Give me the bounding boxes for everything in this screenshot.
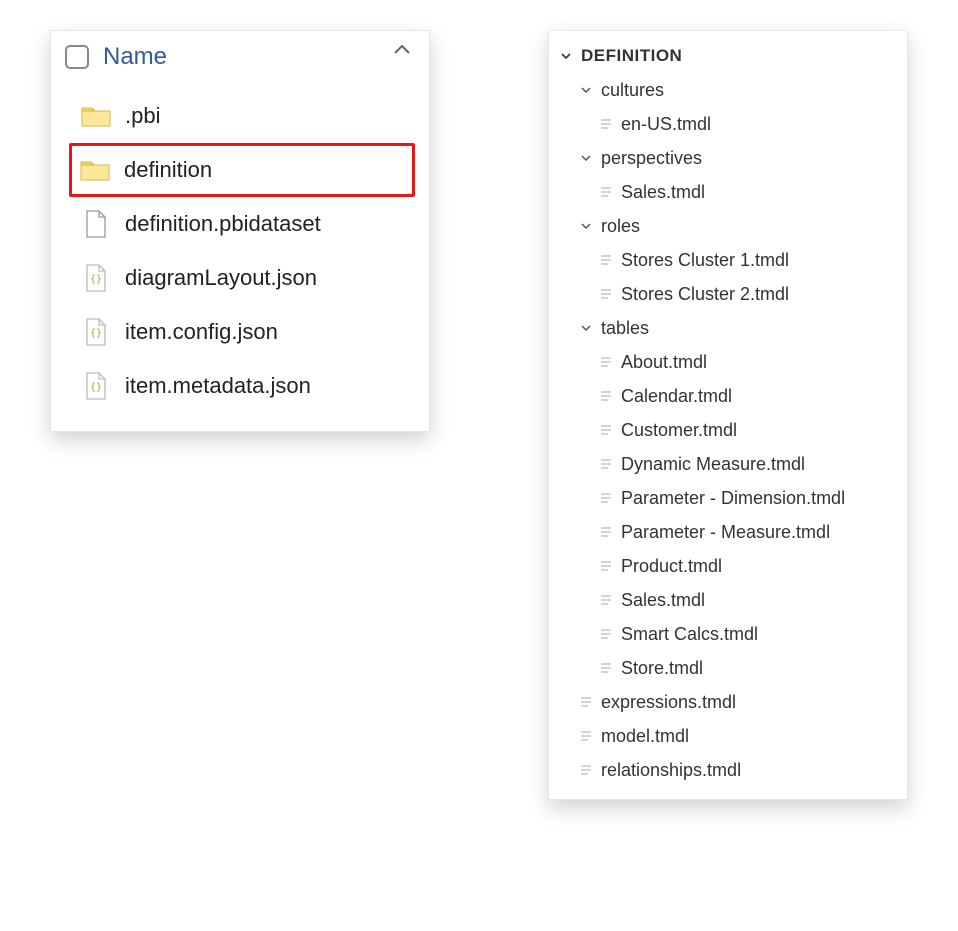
tree-file[interactable]: Stores Cluster 1.tmdl [557,243,899,277]
svg-text:{}: {} [90,274,102,285]
file-label: .pbi [125,103,160,129]
tree-file-label: model.tmdl [601,726,689,747]
file-lines-icon [597,627,615,641]
file-list-header: Name [51,37,429,81]
file-lines-icon [597,559,615,573]
file-row-definition-pbidataset[interactable]: definition.pbidataset [75,197,415,251]
tree-file-label: Stores Cluster 2.tmdl [621,284,789,305]
tree-file[interactable]: en-US.tmdl [557,107,899,141]
json-file-icon: {} [79,264,113,292]
file-lines-icon [597,423,615,437]
tree-file[interactable]: Parameter - Dimension.tmdl [557,481,899,515]
file-row-item-config-json[interactable]: {} item.config.json [75,305,415,359]
file-label: item.config.json [125,319,278,345]
chevron-down-icon [577,220,595,232]
tree-file[interactable]: Stores Cluster 2.tmdl [557,277,899,311]
tree-file[interactable]: expressions.tmdl [557,685,899,719]
file-lines-icon [577,763,595,777]
file-lines-icon [597,253,615,267]
json-file-icon: {} [79,372,113,400]
folder-icon [78,158,112,182]
column-header-name[interactable]: Name [103,43,167,71]
tree-file-label: About.tmdl [621,352,707,373]
tree-file[interactable]: Parameter - Measure.tmdl [557,515,899,549]
tree-file[interactable]: Product.tmdl [557,549,899,583]
tree-file[interactable]: About.tmdl [557,345,899,379]
tree-file-label: expressions.tmdl [601,692,736,713]
tree-file-label: Stores Cluster 1.tmdl [621,250,789,271]
tree-folder-label: cultures [601,80,664,101]
file-list-panel: Name .pbi definition definition.pbidataset… [50,30,430,432]
tree-file-label: Product.tmdl [621,556,722,577]
file-lines-icon [597,525,615,539]
tree-root[interactable]: DEFINITION [557,39,899,73]
svg-text:{}: {} [90,382,102,393]
chevron-down-icon [577,84,595,96]
file-label: item.metadata.json [125,373,311,399]
tree-file-label: Sales.tmdl [621,590,705,611]
tree-folder-label: perspectives [601,148,702,169]
file-lines-icon [597,117,615,131]
tree-file-label: Store.tmdl [621,658,703,679]
tree-file[interactable]: Calendar.tmdl [557,379,899,413]
folder-icon [79,104,113,128]
tree-root-label: DEFINITION [581,46,682,66]
file-lines-icon [577,729,595,743]
file-label: definition.pbidataset [125,211,321,237]
file-lines-icon [577,695,595,709]
file-lines-icon [597,389,615,403]
tree-file-label: Parameter - Measure.tmdl [621,522,830,543]
file-lines-icon [597,661,615,675]
file-label: diagramLayout.json [125,265,317,291]
tree-file-label: Customer.tmdl [621,420,737,441]
file-lines-icon [597,185,615,199]
select-all-checkbox[interactable] [65,45,89,69]
tree-panel: DEFINITION cultures en-US.tmdl perspective… [548,30,908,800]
tree-folder-perspectives[interactable]: perspectives [557,141,899,175]
file-lines-icon [597,491,615,505]
tree-folder-label: tables [601,318,649,339]
tree-file[interactable]: Dynamic Measure.tmdl [557,447,899,481]
tree-file[interactable]: relationships.tmdl [557,753,899,787]
tree-file[interactable]: Customer.tmdl [557,413,899,447]
file-row-diagramlayout-json[interactable]: {} diagramLayout.json [75,251,415,305]
file-label: definition [124,157,212,183]
tree-file[interactable]: model.tmdl [557,719,899,753]
tree-file[interactable]: Smart Calcs.tmdl [557,617,899,651]
file-row--pbi[interactable]: .pbi [75,89,415,143]
tree-folder-label: roles [601,216,640,237]
tree-folder-tables[interactable]: tables [557,311,899,345]
tree-file[interactable]: Store.tmdl [557,651,899,685]
tree-file[interactable]: Sales.tmdl [557,175,899,209]
chevron-down-icon [577,152,595,164]
file-row-definition[interactable]: definition [69,143,415,197]
tree-file-label: Sales.tmdl [621,182,705,203]
sort-arrow-icon[interactable] [393,43,411,55]
tree-file-label: Parameter - Dimension.tmdl [621,488,845,509]
chevron-down-icon [557,50,575,62]
tree-file-label: en-US.tmdl [621,114,711,135]
json-file-icon: {} [79,318,113,346]
tree-file-label: relationships.tmdl [601,760,741,781]
chevron-down-icon [577,322,595,334]
file-lines-icon [597,593,615,607]
file-row-item-metadata-json[interactable]: {} item.metadata.json [75,359,415,413]
svg-text:{}: {} [90,328,102,339]
file-icon [79,210,113,238]
file-lines-icon [597,287,615,301]
tree-file-label: Calendar.tmdl [621,386,732,407]
tree-file-label: Smart Calcs.tmdl [621,624,758,645]
tree-file-label: Dynamic Measure.tmdl [621,454,805,475]
file-lines-icon [597,457,615,471]
tree-folder-cultures[interactable]: cultures [557,73,899,107]
tree-file[interactable]: Sales.tmdl [557,583,899,617]
file-lines-icon [597,355,615,369]
tree-folder-roles[interactable]: roles [557,209,899,243]
